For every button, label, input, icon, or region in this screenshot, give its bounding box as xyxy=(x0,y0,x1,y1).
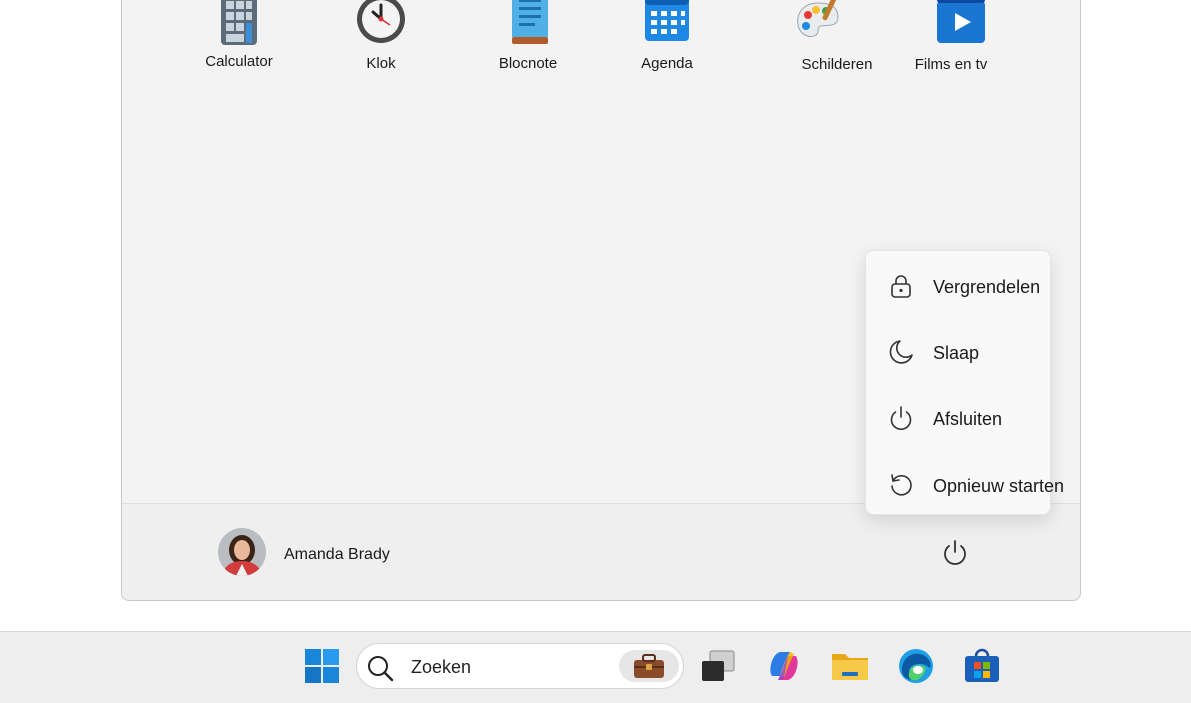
power-icon xyxy=(890,406,912,430)
power-menu-label: Afsluiten xyxy=(933,409,1003,429)
app-tile-schilderen[interactable]: Schilderen xyxy=(782,0,892,73)
search-highlight-widget[interactable] xyxy=(619,650,679,682)
briefcase-widget-icon xyxy=(634,654,664,678)
calculator-icon xyxy=(221,0,257,45)
power-menu-item-shutdown[interactable]: Afsluiten xyxy=(866,399,1052,439)
paint-palette-icon xyxy=(797,0,839,38)
user-name[interactable]: Amanda Brady xyxy=(284,546,390,564)
power-menu-item-restart[interactable]: Opnieuw starten xyxy=(866,466,1064,506)
power-menu-label: Vergrendelen xyxy=(933,277,1041,297)
search-input[interactable]: Zoeken xyxy=(411,657,471,678)
restart-icon xyxy=(891,474,912,496)
app-label: Blocnote xyxy=(498,55,558,72)
app-tile-agenda[interactable]: Agenda xyxy=(612,0,722,72)
moon-icon xyxy=(889,340,913,364)
power-menu: Vergrendelen Slaap Afsluiten Opnieuw sta… xyxy=(865,250,1064,515)
app-label: Klok xyxy=(366,55,396,72)
app-tile-calculator[interactable]: Calculator xyxy=(184,0,294,70)
app-tile-blocnote[interactable]: Blocnote xyxy=(473,0,583,72)
app-label: Films en tv xyxy=(914,56,988,73)
power-menu-label: Slaap xyxy=(933,343,980,363)
power-button[interactable] xyxy=(940,538,970,568)
search-icon xyxy=(368,656,394,682)
file-explorer-icon[interactable] xyxy=(830,646,870,686)
power-menu-item-lock[interactable]: Vergrendelen xyxy=(866,267,1052,307)
search-box[interactable]: Zoeken xyxy=(356,643,684,689)
edge-icon[interactable] xyxy=(896,646,936,686)
app-tile-klok[interactable]: Klok xyxy=(326,0,436,72)
task-view-icon[interactable] xyxy=(698,646,738,686)
avatar[interactable] xyxy=(218,528,266,576)
app-label: Calculator xyxy=(205,53,273,70)
start-menu-footer: Amanda Brady xyxy=(122,503,1080,600)
app-label: Agenda xyxy=(641,55,693,72)
notepad-icon xyxy=(512,0,548,44)
films-tv-icon xyxy=(937,0,985,43)
store-icon[interactable] xyxy=(962,646,1002,686)
taskbar: Zoeken xyxy=(0,631,1191,703)
power-menu-item-sleep[interactable]: Slaap xyxy=(866,333,1052,373)
app-label: Schilderen xyxy=(801,56,873,73)
clock-icon xyxy=(357,0,405,43)
windows-start-icon[interactable] xyxy=(302,646,342,686)
copilot-icon[interactable] xyxy=(764,646,804,686)
power-menu-label: Opnieuw starten xyxy=(933,476,1065,496)
app-tile-films-tv[interactable]: Films en tv xyxy=(896,0,1006,73)
calendar-icon xyxy=(645,0,689,41)
lock-icon xyxy=(891,275,911,298)
power-icon xyxy=(944,540,966,565)
